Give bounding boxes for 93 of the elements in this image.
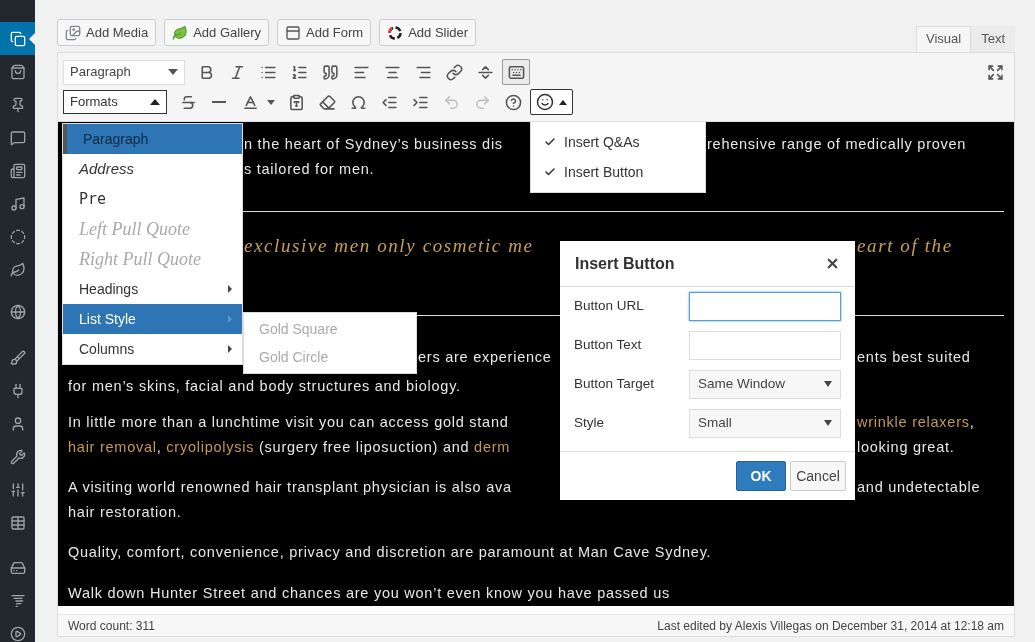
globe-icon	[9, 303, 26, 320]
dropdown-arrow-icon	[150, 99, 160, 105]
clear-formatting-icon	[318, 93, 336, 111]
formats-menu-item[interactable]: Headings	[63, 274, 242, 304]
page-icon	[9, 162, 26, 179]
special-character-icon	[349, 93, 367, 111]
media-button[interactable]: Add Media	[57, 19, 157, 46]
shortcodes-menu-item[interactable]: Insert Button	[531, 157, 705, 187]
dialog-title: Insert Button	[575, 253, 675, 274]
media-icon	[9, 195, 26, 212]
paragraph-text: wrinkle relaxers,	[857, 412, 975, 432]
paragraph-text: s tailored for men.	[244, 160, 375, 177]
dropdown-arrow-icon	[168, 69, 178, 75]
toolbar-toggle-icon	[507, 63, 525, 81]
heading-text: exclusive men only cosmetic me	[244, 234, 534, 256]
help-icon	[504, 93, 522, 111]
ok-button[interactable]: OK	[736, 461, 786, 491]
paragraph-text: Quality, comfort, convenience, privacy and discretion are paramount at Man Cave Sydney.	[68, 543, 712, 560]
pages-icon	[9, 30, 26, 47]
blockquote-icon	[321, 63, 339, 81]
formats-menu-item[interactable]: List Style	[63, 304, 242, 334]
paragraph-text: looking great.	[857, 437, 955, 457]
paragraph-text: n the heart of Sydney’s business dis	[244, 135, 503, 152]
smiley-icon	[536, 93, 554, 111]
editor-tab[interactable]: Visual	[915, 26, 972, 52]
last-edited-text: Last edited by Alexis Villegas on December 31, 2014 at 12:18 am	[657, 617, 1004, 635]
table-icon	[9, 514, 26, 531]
editor-tab[interactable]: Text	[971, 26, 1015, 52]
submenu-arrow-icon	[228, 345, 232, 353]
shortcodes-button[interactable]	[530, 89, 573, 115]
formats-select[interactable]: Formats	[63, 90, 167, 114]
ring-icon	[9, 228, 26, 245]
paragraph-text: ents best suited	[857, 347, 971, 367]
ring-logo-icon	[387, 24, 404, 41]
redo-icon	[473, 93, 491, 111]
fullscreen-icon	[986, 63, 1004, 81]
dropdown-arrow-icon	[824, 420, 832, 426]
brush-icon	[9, 349, 26, 366]
undo-icon	[442, 93, 460, 111]
field-label: Button URL	[574, 296, 645, 315]
field-label: Button Target	[574, 374, 656, 393]
submenu-arrow-icon	[228, 285, 232, 293]
formats-menu-item[interactable]: Pre	[63, 184, 242, 214]
field-label: Style	[574, 413, 605, 432]
text-input[interactable]	[689, 291, 841, 321]
horizontal-line-icon	[212, 101, 226, 103]
leaf-icon	[9, 261, 26, 278]
swirl-icon	[9, 592, 26, 609]
paragraph-text: In little more than a lunchtime visit you can access gold stand	[68, 413, 509, 430]
current-notch-icon	[29, 33, 35, 45]
form-icon	[285, 24, 302, 41]
wrench-icon	[9, 448, 26, 465]
sliders-icon	[9, 481, 26, 498]
strikethrough-icon	[179, 93, 197, 111]
numbered-list-icon	[290, 63, 308, 81]
paragraph-text: ers are experience	[418, 348, 552, 365]
media-icon	[65, 24, 81, 41]
close-icon[interactable]	[825, 256, 840, 271]
read-more-icon	[476, 63, 494, 81]
submenu-arrow-icon	[228, 315, 232, 323]
dropdown-arrow-icon	[559, 99, 567, 105]
comment-icon	[9, 129, 26, 146]
paragraph-text: and undetectable	[857, 477, 981, 497]
media-button[interactable]: Add Form	[277, 19, 372, 46]
paragraph-text: rehensive range of medically proven	[707, 134, 967, 154]
formats-menu-item[interactable]: Address	[63, 154, 242, 184]
paragraph-text: hair restoration.	[68, 503, 182, 520]
leaf-icon	[172, 24, 189, 41]
paragraph-text: for men’s skins, facial and body structures and biology.	[68, 377, 461, 394]
caret-icon[interactable]	[267, 99, 275, 105]
bag-icon	[9, 63, 26, 80]
paragraph-text: hair removal, cryolipolysis (surgery free liposuction) and derm	[68, 438, 511, 455]
media-button[interactable]: Add Gallery	[164, 19, 270, 46]
select-field[interactable]: Small	[689, 408, 841, 438]
cancel-button[interactable]: Cancel	[790, 461, 846, 491]
field-label: Button Text	[574, 335, 643, 354]
paste-text-icon	[287, 93, 305, 111]
formats-menu-item[interactable]: Columns	[63, 334, 242, 364]
toolbar-toggle-button[interactable]	[502, 59, 530, 85]
dropdown-arrow-icon	[824, 381, 832, 387]
shortcodes-menu-item[interactable]: Insert Q&As	[531, 127, 705, 157]
paragraph-text: A visiting world renowned hair transplant physician is also ava	[68, 478, 512, 495]
play-icon	[9, 625, 26, 642]
media-button[interactable]: Add Slider	[379, 19, 477, 46]
word-count: Word count: 311	[68, 617, 155, 635]
text-color-icon	[241, 93, 259, 111]
select-field[interactable]: Same Window	[689, 369, 841, 399]
paragraph-text: Walk down Hunter Street and chances are you won’t even know you have passed us	[68, 584, 671, 601]
link-icon	[445, 63, 463, 81]
sidebar-item[interactable]	[0, 22, 35, 55]
block-format-select[interactable]: Paragraph	[63, 59, 185, 85]
drive-icon	[9, 559, 26, 576]
heading-text: eart of the	[857, 233, 953, 258]
